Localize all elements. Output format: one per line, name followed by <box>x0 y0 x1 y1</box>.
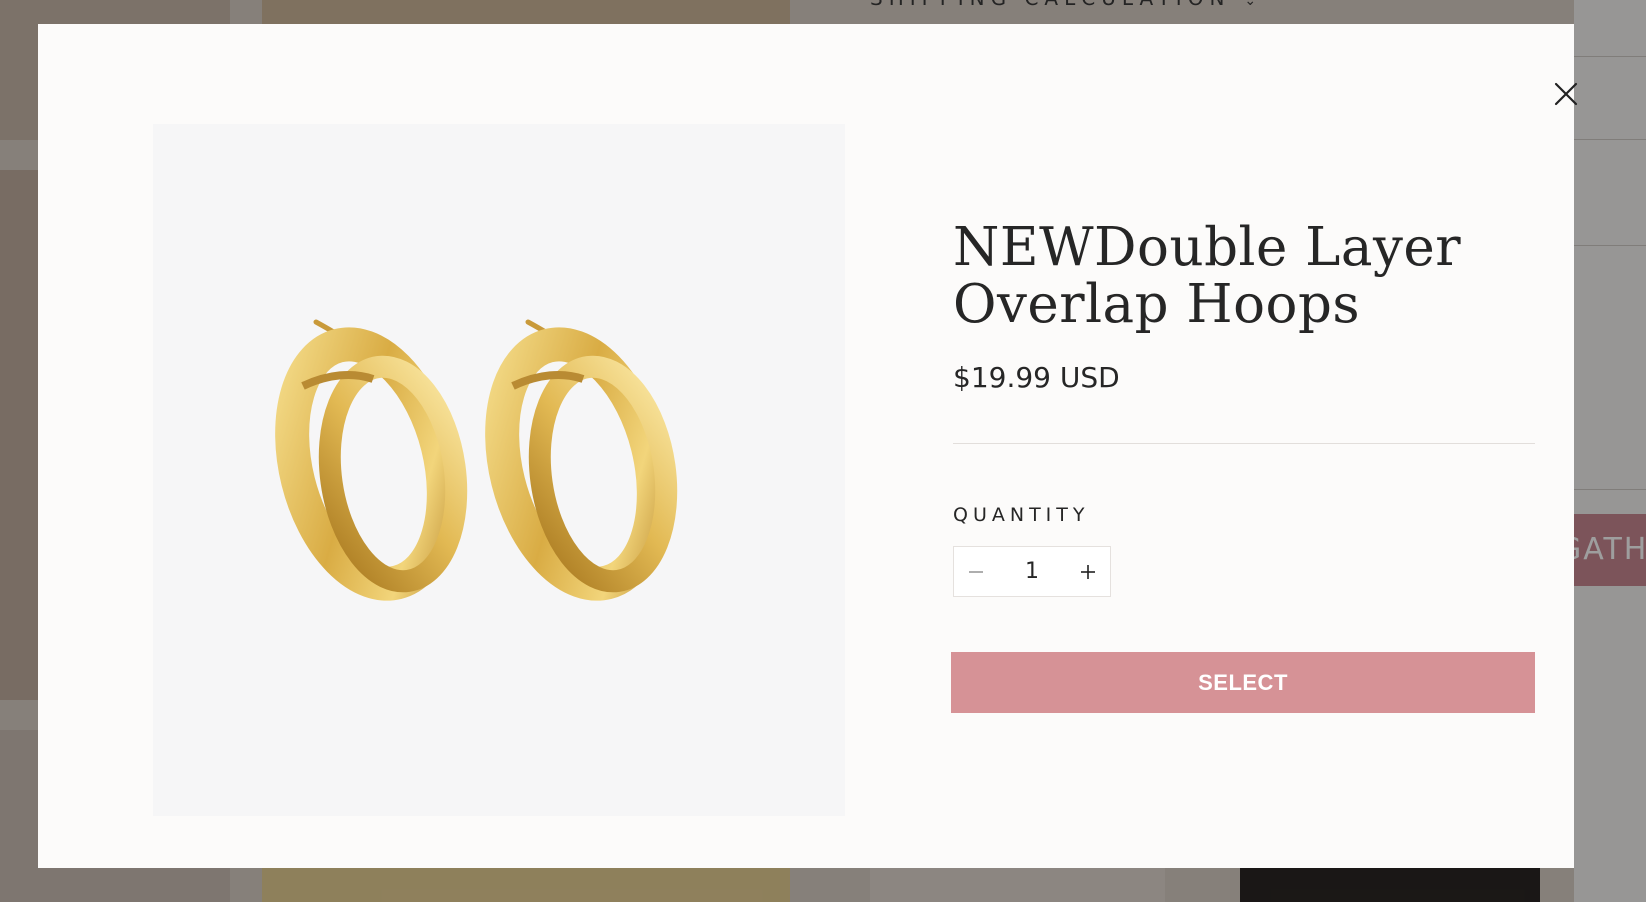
plus-icon <box>1081 564 1095 579</box>
divider <box>953 443 1535 444</box>
quantity-increase-button[interactable] <box>1066 547 1110 596</box>
product-title: NEWDouble Layer Overlap Hoops <box>953 217 1462 335</box>
quantity-stepper: 1 <box>953 546 1111 597</box>
select-button[interactable]: SELECT <box>951 652 1535 713</box>
minus-icon <box>969 570 983 573</box>
product-price: $19.99 USD <box>953 361 1120 394</box>
close-button[interactable] <box>1548 76 1584 112</box>
quantity-input[interactable]: 1 <box>998 547 1066 596</box>
quick-view-modal: NEWDouble Layer Overlap Hoops $19.99 USD… <box>38 24 1578 868</box>
close-icon <box>1554 82 1578 106</box>
hoop-earrings-image <box>275 319 678 601</box>
product-image <box>153 124 845 816</box>
quantity-label: QUANTITY <box>953 504 1090 526</box>
quantity-decrease-button[interactable] <box>954 547 998 596</box>
